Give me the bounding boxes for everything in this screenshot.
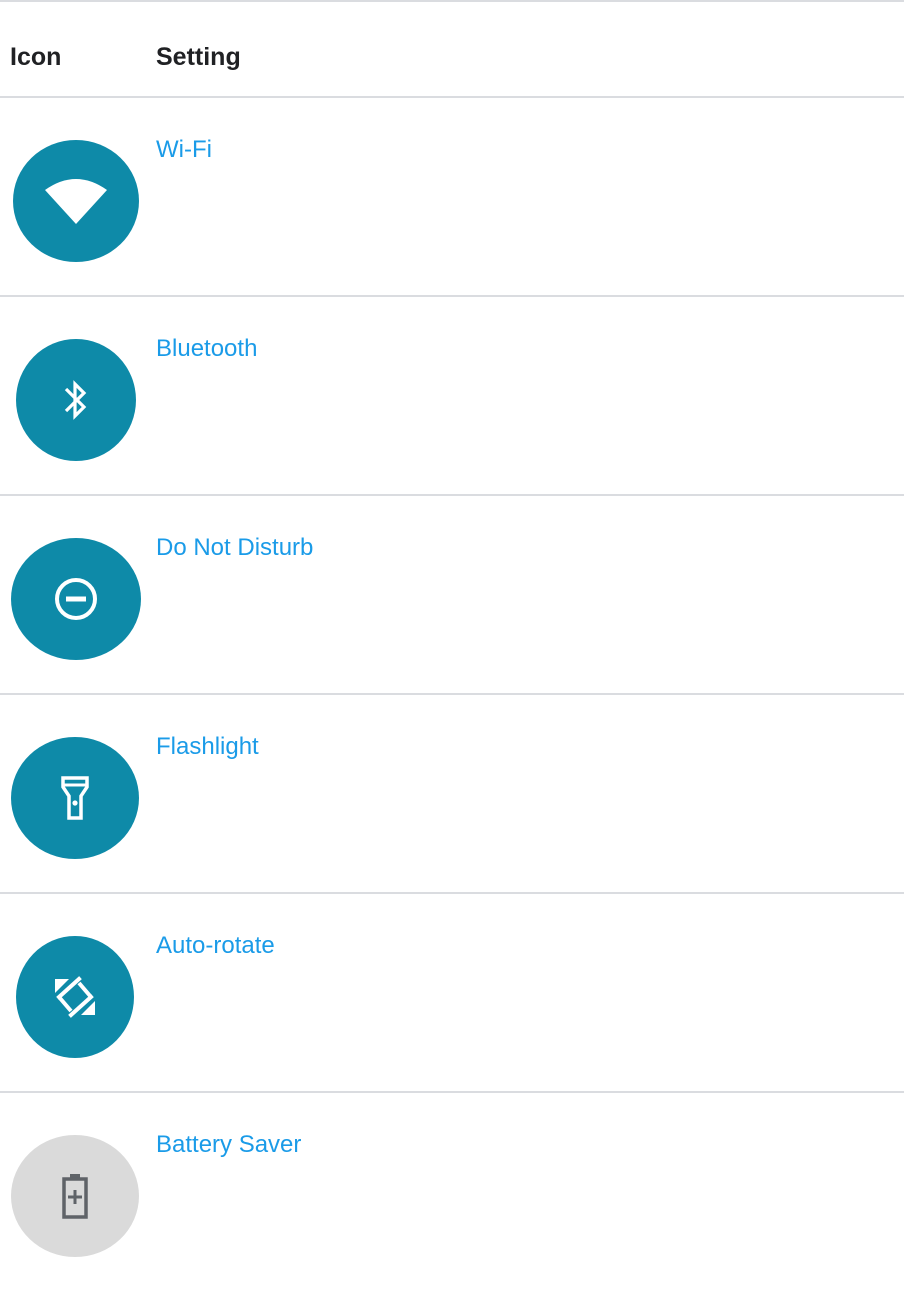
do-not-disturb-icon [11,538,141,660]
header-setting: Setting [156,43,241,71]
table-row-auto-rotate: Auto-rotate [0,894,904,1091]
setting-link-do-not-disturb[interactable]: Do Not Disturb [156,534,313,562]
quick-settings-table: Icon Setting Wi-Fi Bluetooth Do Not Dist… [0,0,904,1290]
setting-link-wifi[interactable]: Wi-Fi [156,136,212,164]
table-row-battery-saver: Battery Saver [0,1093,904,1290]
auto-rotate-icon [16,936,134,1058]
battery-saver-icon [11,1135,139,1257]
table-row-flashlight: Flashlight [0,695,904,892]
header-icon: Icon [10,43,62,71]
flashlight-icon [11,737,139,859]
table-row-wifi: Wi-Fi [0,98,904,295]
table-row-do-not-disturb: Do Not Disturb [0,496,904,693]
setting-link-flashlight[interactable]: Flashlight [156,733,259,761]
bluetooth-icon [16,339,136,461]
wifi-icon [13,140,139,262]
setting-link-bluetooth[interactable]: Bluetooth [156,335,257,363]
setting-link-auto-rotate[interactable]: Auto-rotate [156,932,275,960]
setting-link-battery-saver[interactable]: Battery Saver [156,1131,301,1159]
table-row-bluetooth: Bluetooth [0,297,904,494]
table-header-row: Icon Setting [0,2,904,96]
